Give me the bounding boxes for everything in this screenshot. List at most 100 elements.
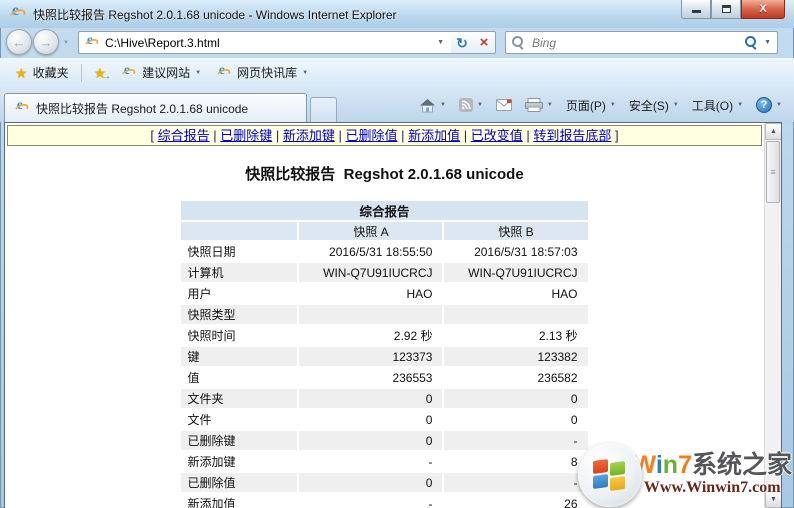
green-arrow-icon: → bbox=[101, 72, 111, 82]
nav-separator: | bbox=[460, 128, 471, 143]
close-button[interactable]: X bbox=[741, 0, 785, 19]
add-favorites-icon: ★→ bbox=[94, 66, 107, 80]
table-row: 新添加值-26 bbox=[181, 494, 587, 508]
report-nav-link[interactable]: 已删除键 bbox=[220, 128, 272, 143]
suggested-sites-button[interactable]: 建议网站 ▼ bbox=[113, 61, 208, 84]
value-a: - bbox=[299, 452, 442, 471]
report-nav: [ 综合报告 | 已删除键 | 新添加键 | 已删除值 | 新添加值 | 已改变… bbox=[7, 125, 762, 146]
forward-button[interactable]: → bbox=[33, 29, 59, 55]
home-icon bbox=[419, 98, 436, 113]
recent-pages-chevron-icon[interactable]: ▼ bbox=[63, 40, 69, 46]
back-button[interactable]: ← bbox=[6, 29, 32, 55]
safety-menu-label: 安全(S) bbox=[629, 97, 669, 114]
row-label: 快照类型 bbox=[181, 305, 297, 324]
row-label: 已删除值 bbox=[181, 473, 297, 492]
suggested-sites-label: 建议网站 bbox=[142, 64, 190, 81]
home-button[interactable]: ▼ bbox=[413, 94, 452, 117]
tab-regshot-report[interactable]: 快照比较报告 Regshot 2.0.1.68 unicode bbox=[4, 93, 307, 122]
value-a: 0 bbox=[299, 473, 442, 492]
report-nav-link[interactable]: 已删除值 bbox=[345, 128, 397, 143]
search-placeholder[interactable]: Bing bbox=[532, 36, 745, 50]
summary-table: 综合报告 快照 A 快照 B 快照日期2016/5/31 18:55:50201… bbox=[179, 199, 589, 508]
value-a: 123373 bbox=[299, 347, 442, 366]
ie-page-icon bbox=[121, 66, 135, 80]
chevron-down-icon: ▼ bbox=[477, 102, 483, 108]
minimize-icon bbox=[692, 10, 701, 13]
command-bar: ▼ ▼ ▼ 页面(P) ▼ 安全(S) ▼ 工具(O) bbox=[413, 91, 788, 119]
safety-menu-button[interactable]: 安全(S) ▼ bbox=[623, 93, 685, 118]
report-nav-link[interactable]: 转到报告底部 bbox=[533, 128, 611, 143]
scrollbar-grip-icon: ≡ bbox=[770, 168, 775, 177]
nav-open-bracket: [ bbox=[150, 128, 157, 143]
report-nav-link[interactable]: 新添加值 bbox=[408, 128, 460, 143]
minimize-button[interactable] bbox=[681, 0, 711, 19]
row-label: 文件夹 bbox=[181, 389, 297, 408]
value-b: 0 bbox=[444, 389, 587, 408]
chevron-down-icon: ▼ bbox=[302, 70, 308, 76]
stop-icon: × bbox=[480, 35, 489, 50]
table-row: 快照类型 bbox=[181, 305, 587, 324]
window-title: 快照比较报告 Regshot 2.0.1.68 unicode - Window… bbox=[33, 6, 397, 23]
tools-menu-button[interactable]: 工具(O) ▼ bbox=[686, 93, 749, 118]
table-body: 快照日期2016/5/31 18:55:502016/5/31 18:57:03… bbox=[181, 242, 587, 508]
address-url[interactable]: C:\Hive\Report.3.html bbox=[105, 36, 434, 50]
search-submit-icon[interactable] bbox=[745, 36, 758, 49]
watermark-url: Www.Winwin7.com bbox=[632, 478, 792, 497]
new-tab-stub[interactable] bbox=[310, 97, 337, 122]
feeds-button[interactable]: ▼ bbox=[453, 94, 489, 116]
row-label: 快照日期 bbox=[181, 242, 297, 261]
stop-button[interactable]: × bbox=[473, 31, 496, 54]
help-button[interactable]: ? ▼ bbox=[750, 93, 788, 117]
add-to-favorites-bar-button[interactable]: ★→ bbox=[87, 63, 114, 83]
address-dropdown-icon[interactable]: ▼ bbox=[434, 39, 447, 46]
row-label: 键 bbox=[181, 347, 297, 366]
favorites-label: 收藏夹 bbox=[33, 64, 69, 81]
table-row: 文件00 bbox=[181, 410, 587, 429]
report-nav-link[interactable]: 已改变值 bbox=[471, 128, 523, 143]
search-icon bbox=[512, 36, 525, 49]
value-a: HAO bbox=[299, 284, 442, 303]
mail-icon bbox=[496, 99, 512, 111]
report-nav-link[interactable]: 综合报告 bbox=[158, 128, 210, 143]
chevron-down-icon: ▼ bbox=[547, 102, 553, 108]
value-b: 26 bbox=[444, 494, 587, 508]
row-label: 计算机 bbox=[181, 263, 297, 282]
ie-page-icon bbox=[216, 66, 230, 80]
print-button[interactable]: ▼ bbox=[519, 94, 559, 116]
read-mail-button[interactable] bbox=[490, 95, 518, 115]
maximize-button[interactable] bbox=[711, 0, 741, 19]
table-row: 快照日期2016/5/31 18:55:502016/5/31 18:57:03 bbox=[181, 242, 587, 261]
table-row: 用户HAOHAO bbox=[181, 284, 587, 303]
column-header-b: 快照 B bbox=[444, 222, 587, 240]
nav-separator: | bbox=[335, 128, 346, 143]
table-row: 新添加键-8 bbox=[181, 452, 587, 471]
feeds-icon bbox=[459, 98, 473, 112]
value-b: 123382 bbox=[444, 347, 587, 366]
favorites-button[interactable]: ★ 收藏夹 bbox=[8, 61, 76, 84]
value-b: 2.13 秒 bbox=[444, 326, 587, 345]
scroll-up-button[interactable]: ▲ bbox=[765, 123, 782, 140]
scrollbar-thumb[interactable]: ≡ bbox=[766, 141, 780, 203]
value-b bbox=[444, 305, 587, 324]
search-box[interactable]: Bing ▼ bbox=[505, 31, 778, 54]
value-a: WIN-Q7U91IUCRCJ bbox=[299, 263, 442, 282]
web-slices-button[interactable]: 网页快讯库 ▼ bbox=[208, 61, 315, 84]
page-menu-button[interactable]: 页面(P) ▼ bbox=[560, 93, 622, 118]
nav-separator: | bbox=[398, 128, 409, 143]
search-options-chevron-icon[interactable]: ▼ bbox=[764, 39, 771, 46]
value-a: 0 bbox=[299, 431, 442, 450]
refresh-button[interactable]: ↻ bbox=[451, 31, 474, 54]
restore-icon bbox=[722, 5, 731, 13]
table-row: 计算机WIN-Q7U91IUCRCJWIN-Q7U91IUCRCJ bbox=[181, 263, 587, 282]
address-bar[interactable]: C:\Hive\Report.3.html ▼ bbox=[78, 31, 452, 54]
value-b: HAO bbox=[444, 284, 587, 303]
chevron-down-icon: ▼ bbox=[440, 102, 446, 108]
report-nav-link[interactable]: 新添加键 bbox=[283, 128, 335, 143]
tab-title: 快照比较报告 Regshot 2.0.1.68 unicode bbox=[36, 100, 248, 117]
value-b: 2016/5/31 18:57:03 bbox=[444, 242, 587, 261]
tools-menu-label: 工具(O) bbox=[692, 97, 733, 114]
ie-logo-icon bbox=[9, 6, 26, 22]
row-label: 新添加值 bbox=[181, 494, 297, 508]
value-b: - bbox=[444, 431, 587, 450]
windows-flag-icon bbox=[578, 443, 642, 507]
